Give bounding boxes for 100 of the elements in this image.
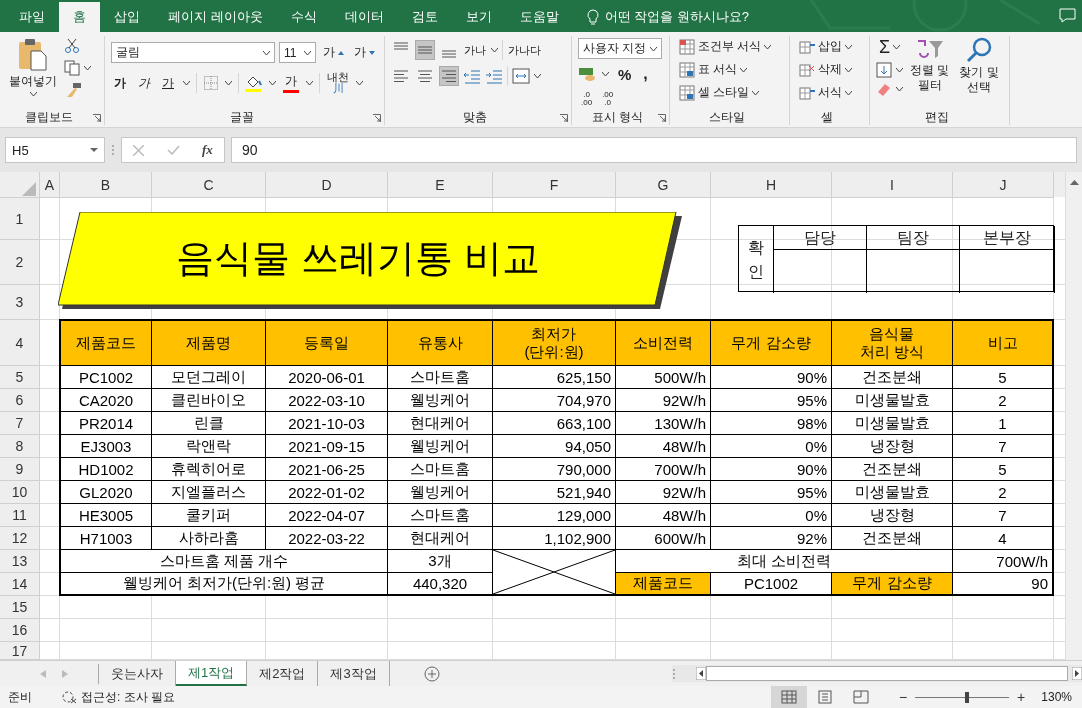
caret-icon [650,46,657,51]
dialog-launcher-icon[interactable] [658,114,666,122]
align-icon [418,69,432,83]
row-header[interactable]: 10 [0,481,40,504]
autosum-button[interactable]: Σ [876,36,904,58]
fill-down-icon[interactable] [876,62,892,78]
column-header[interactable]: H [711,172,832,198]
accessibility-icon[interactable] [62,690,77,704]
align-button[interactable] [439,66,459,86]
row-header[interactable]: 7 [0,412,40,435]
phonetic-guide-button[interactable]: 내천 川 [326,71,350,95]
tell-me-search[interactable]: 어떤 작업을 원하시나요? [604,8,750,26]
name-box[interactable]: H5 [5,137,105,163]
percent-button[interactable]: % [615,63,635,85]
column-header[interactable]: J [953,172,1054,198]
view-button[interactable] [770,686,807,708]
decrease-decimal-button[interactable]: .00 .0 [599,89,617,109]
style-button[interactable]: 표 서식 [676,59,783,80]
insert-function-button[interactable]: fx [201,142,213,158]
cell-button[interactable]: 서식 [796,82,863,103]
menu-tab[interactable]: 홈 [59,2,100,32]
bold-button[interactable]: 가 [111,72,129,94]
check-icon[interactable] [166,145,180,155]
menu-tab[interactable]: 데이터 [330,2,398,32]
menu-tab[interactable]: 페이지 레이아웃 [154,2,277,32]
dialog-launcher-icon[interactable] [560,114,568,122]
column-header[interactable]: C [152,172,266,198]
grow-font-button[interactable]: 가 [320,42,347,63]
fill-color-icon[interactable] [245,74,263,92]
column-header[interactable]: G [616,172,711,198]
zoom-in-button[interactable]: + [1015,689,1028,705]
row-header[interactable]: 9 [0,458,40,481]
row-header[interactable]: 4 [0,320,40,366]
currency-icon[interactable] [578,66,596,82]
dialog-launcher-icon[interactable] [93,114,101,122]
menu-tab[interactable]: 파일 [5,2,59,32]
paste-button[interactable]: 붙여넣기 [6,36,60,109]
row-header[interactable]: 15 [0,596,40,619]
row-header[interactable]: 6 [0,389,40,412]
increase-decimal-button[interactable]: .0 .00 [578,89,596,109]
style-button[interactable]: 셀 스타일 [676,82,783,103]
format-painter-icon[interactable] [64,82,82,98]
scroll-right-icon[interactable] [1072,667,1082,680]
menu-tab[interactable]: 검토 [397,2,452,32]
wrap-text-button[interactable]: 가나다 [507,41,542,59]
orientation-button[interactable]: 가나 [463,41,487,59]
menu-tab[interactable]: 보기 [451,2,506,32]
column-header[interactable]: I [832,172,953,198]
copy-icon[interactable] [64,60,80,76]
cells-icon [799,61,815,78]
row-header[interactable]: 3 [0,285,40,320]
scissors-icon[interactable] [64,38,80,54]
eraser-icon[interactable] [876,82,892,96]
merge-cells-icon[interactable] [512,68,530,84]
scroll-left-icon[interactable] [696,667,706,680]
caret-icon [752,90,760,95]
underline-button[interactable]: 가 [159,72,177,94]
status-text: 준비 [8,688,32,706]
caret-icon [269,81,276,85]
row-header[interactable]: 11 [0,504,40,527]
column-header[interactable]: F [493,172,616,198]
column-header[interactable]: E [388,172,493,198]
italic-button[interactable]: 가 [135,72,153,94]
font-name-field[interactable]: 굴림 [111,42,276,63]
sort-filter-button[interactable]: 정렬 및 필터 [907,36,953,109]
column-heading: 제품코드 [59,319,152,366]
row-header[interactable]: 17 [0,642,40,660]
style-button[interactable]: 조건부 서식 [676,36,783,57]
column-header[interactable]: B [60,172,152,198]
row-header[interactable]: 13 [0,550,40,573]
menu-tab[interactable]: 수식 [276,2,331,32]
formula-field[interactable]: 90 [231,137,1077,163]
shrink-font-button[interactable]: 가 [351,42,378,63]
cell-button[interactable]: 삭제 [796,59,863,80]
row-header[interactable]: 12 [0,527,40,550]
find-select-button[interactable]: 찾기 및 선택 [956,36,1002,109]
comma-button[interactable]: , [640,63,651,85]
zoom-slider-thumb[interactable] [964,691,969,703]
sheet-tab[interactable]: 제1작업 [176,661,248,686]
row-header[interactable]: 16 [0,619,40,642]
zoom-out-button[interactable]: − [896,689,910,705]
number-format-field[interactable]: 사용자 지정 [578,38,662,59]
menu-tab[interactable]: 삽입 [100,2,154,32]
font-color-button[interactable]: 가 [282,72,300,94]
accessibility-status[interactable]: 접근성: 조사 필요 [81,688,175,706]
row-header[interactable]: 2 [0,240,40,285]
row-header[interactable]: 8 [0,435,40,458]
menu-tab[interactable]: 도움말 [505,2,573,32]
zoom-level[interactable]: 130% [1041,690,1072,704]
comment-icon[interactable] [1059,8,1076,23]
cell-button[interactable]: 삽입 [796,36,863,57]
add-sheet-icon[interactable] [423,665,440,682]
dialog-launcher-icon[interactable] [373,114,381,122]
row-header[interactable]: 14 [0,573,40,596]
column-header[interactable]: D [266,172,388,198]
row-header[interactable]: 5 [0,366,40,389]
row-header[interactable]: 1 [0,198,40,240]
font-size-field[interactable]: 11 [279,42,316,63]
column-header[interactable]: A [40,172,60,198]
scroll-up-icon[interactable] [1069,180,1079,185]
